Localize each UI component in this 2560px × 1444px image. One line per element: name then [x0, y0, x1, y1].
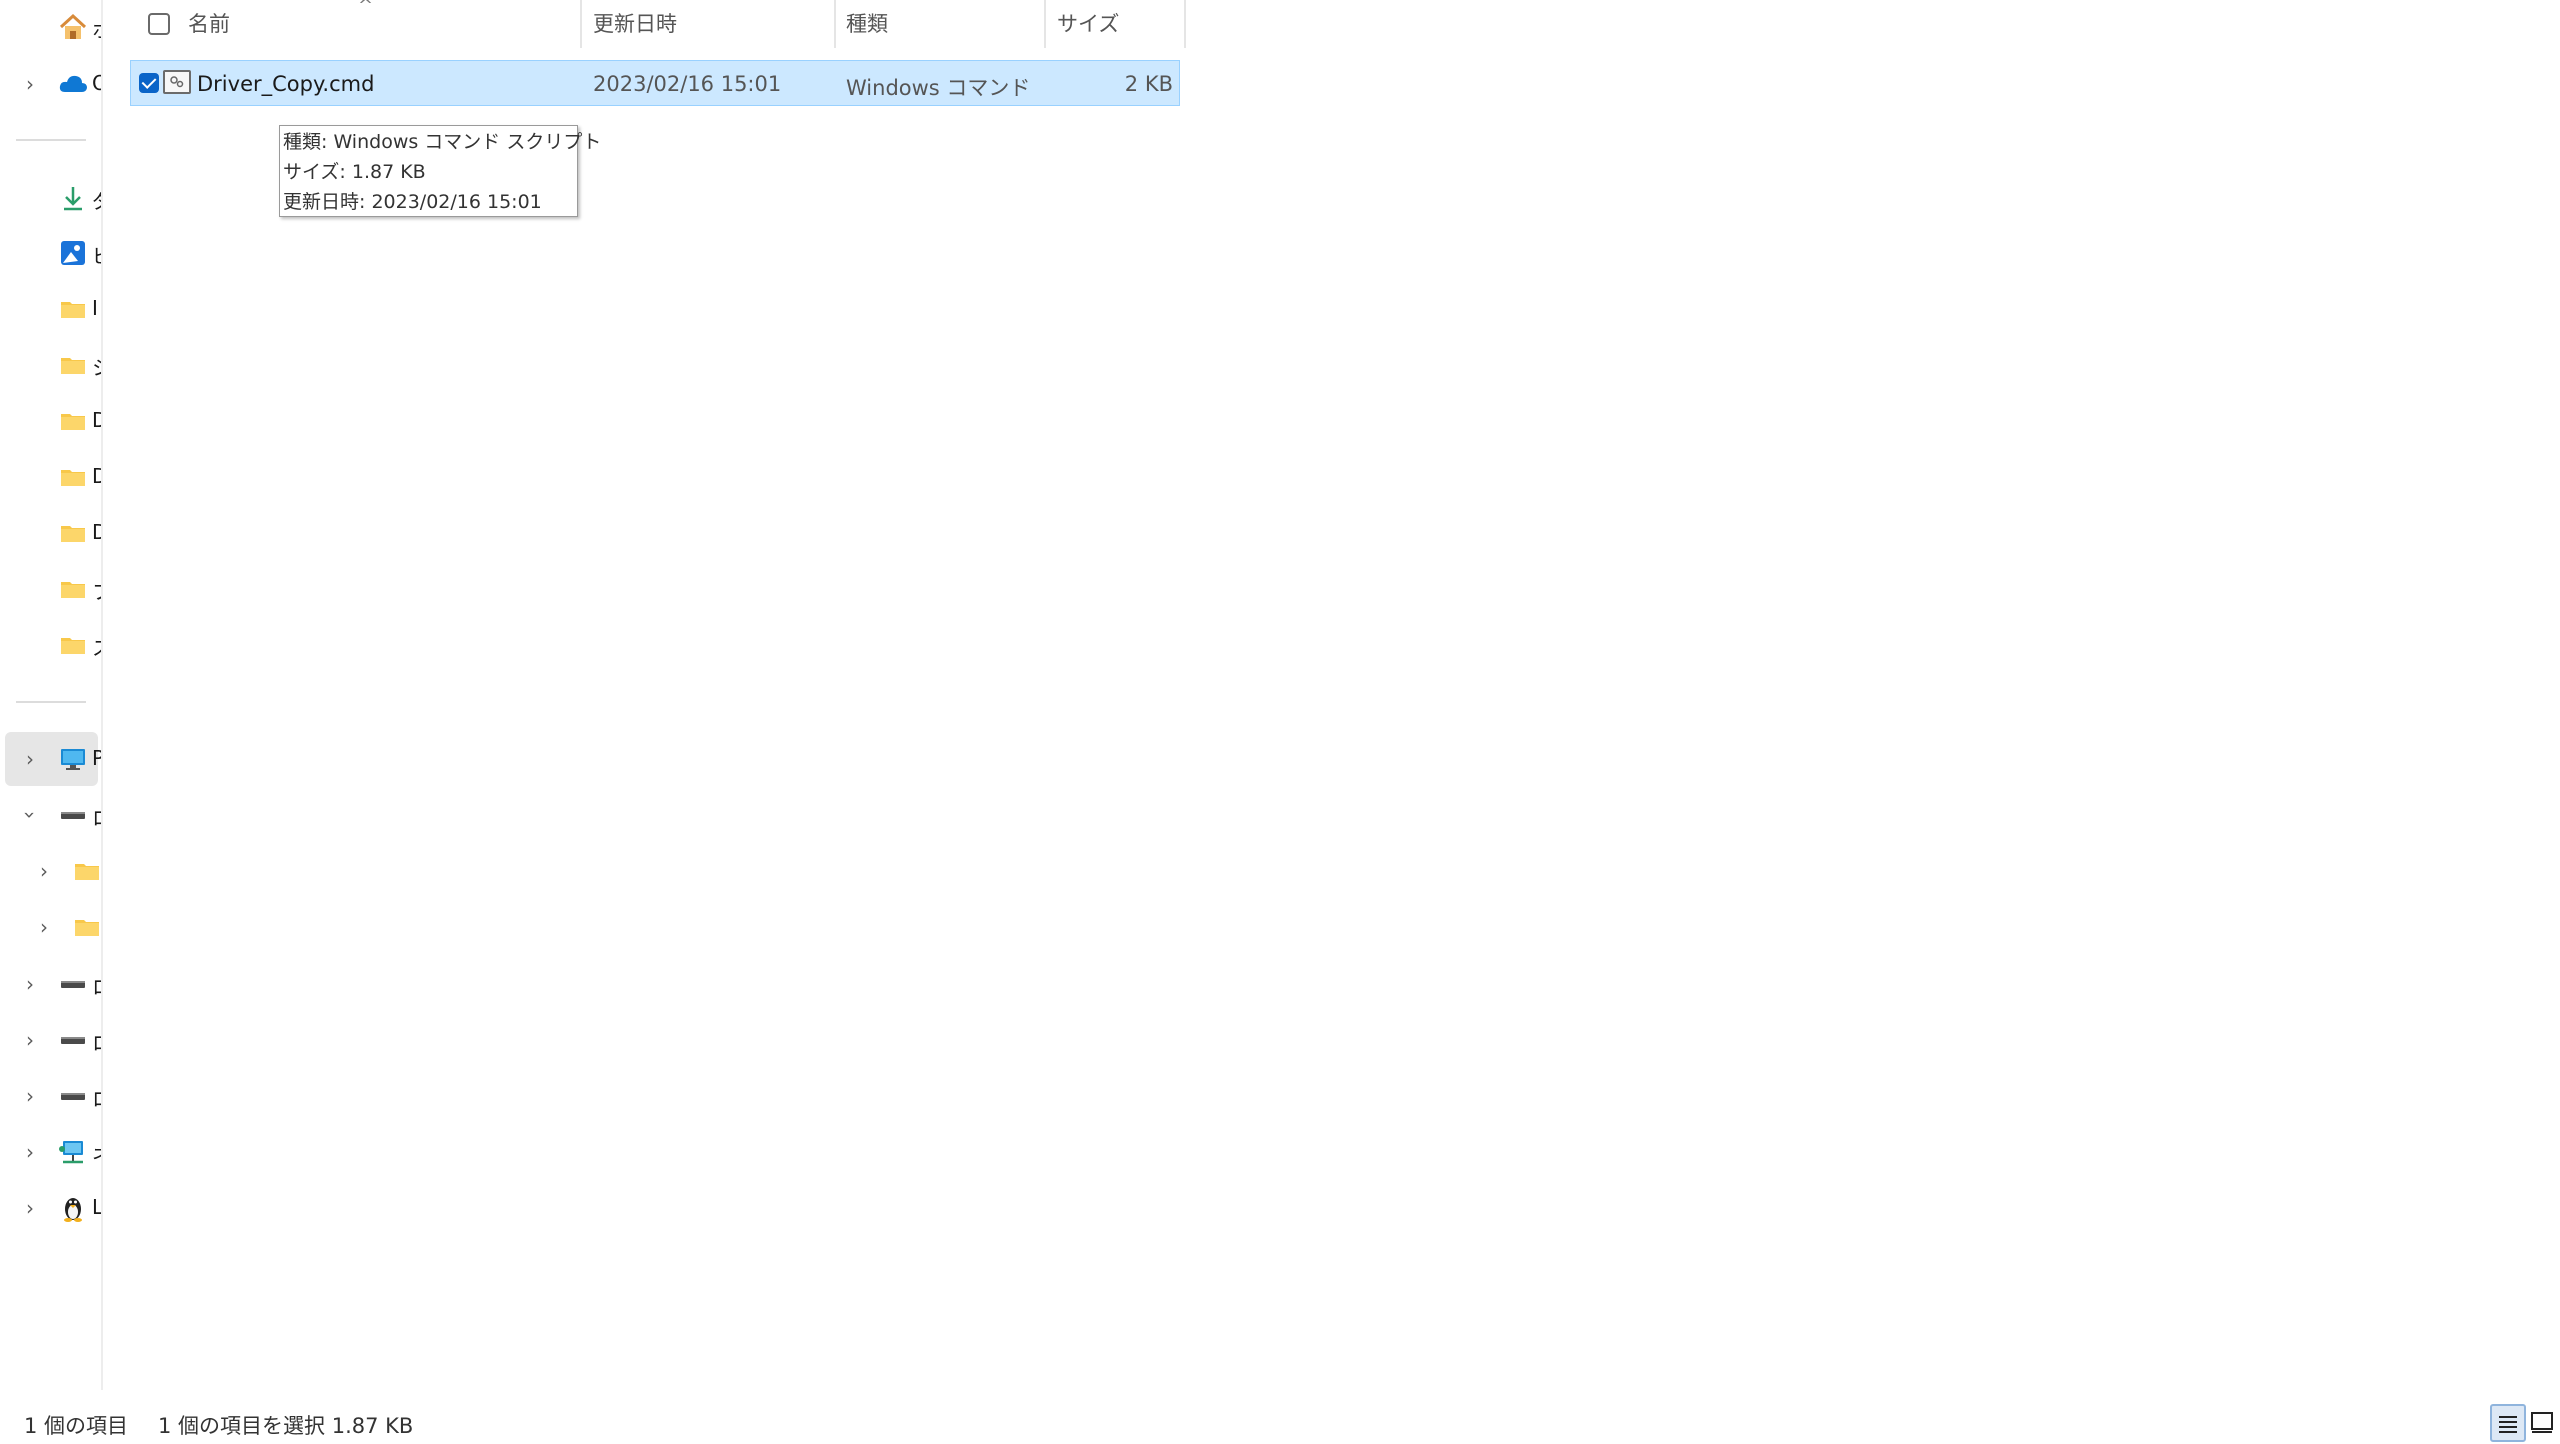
nav-item-subfolder-2[interactable]: › — [0, 900, 101, 954]
drive-icon — [58, 970, 88, 998]
nav-item-drive-3[interactable]: › ロ — [0, 1013, 101, 1067]
nav-label: シ — [92, 352, 101, 381]
chevron-right-icon[interactable]: › — [22, 1030, 38, 1050]
nav-item-network[interactable]: › ネ — [0, 1125, 101, 1179]
details-view-icon — [2499, 1416, 2517, 1433]
nav-label: I — [92, 296, 98, 320]
drive-icon — [58, 1082, 88, 1110]
column-header-type[interactable]: 種類 — [846, 0, 1042, 48]
column-resize-handle[interactable] — [580, 0, 582, 48]
chevron-right-icon[interactable]: › — [22, 1086, 38, 1106]
chevron-right-icon[interactable]: › — [22, 1142, 38, 1162]
chevron-right-icon[interactable]: › — [36, 917, 52, 937]
chevron-right-icon[interactable]: › — [22, 1198, 38, 1218]
nav-label: D — [92, 520, 101, 544]
file-row[interactable]: Driver_Copy.cmd 2023/02/16 15:01 Windows… — [130, 60, 1180, 106]
navigation-pane: ホーム › OneDrive ダウンロード ピクチャ I シ — [0, 0, 103, 1390]
file-type: Windows コマンド ... — [846, 76, 1036, 100]
column-resize-handle[interactable] — [1184, 0, 1186, 48]
folder-icon — [58, 463, 88, 491]
nav-item-onedrive[interactable]: › OneDrive — [0, 57, 101, 111]
network-icon — [58, 1138, 88, 1166]
nav-label: ロ — [92, 1027, 101, 1056]
folder-icon — [58, 631, 88, 659]
nav-label: ホーム — [92, 14, 101, 43]
nav-item-folder-4[interactable]: D — [0, 450, 101, 504]
column-resize-handle[interactable] — [1044, 0, 1046, 48]
details-view-button[interactable] — [2490, 1404, 2526, 1442]
nav-item-drive-2[interactable]: › ロ — [0, 957, 101, 1011]
linux-penguin-icon — [58, 1194, 88, 1222]
folder-icon — [58, 351, 88, 379]
file-name: Driver_Copy.cmd — [197, 72, 375, 96]
drive-icon — [58, 801, 88, 829]
nav-item-pc[interactable]: › PC — [5, 732, 101, 786]
home-icon — [58, 13, 88, 41]
folder-icon — [58, 575, 88, 603]
cloud-icon — [58, 70, 88, 98]
nav-item-subfolder-1[interactable]: › — [0, 844, 101, 898]
folder-icon — [72, 913, 101, 941]
chevron-right-icon[interactable]: › — [22, 974, 38, 994]
nav-item-folder-6[interactable]: フ — [0, 562, 101, 616]
nav-item-folder-5[interactable]: D — [0, 506, 101, 560]
nav-label: ロ — [92, 802, 101, 831]
drive-icon — [58, 1026, 88, 1054]
select-all-checkbox[interactable] — [148, 13, 170, 35]
nav-item-folder-1[interactable]: I — [0, 282, 101, 336]
chevron-right-icon[interactable]: › — [22, 74, 38, 94]
file-size: 2 KB — [1124, 72, 1173, 96]
nav-item-folder-7[interactable]: ス — [0, 618, 101, 672]
column-header-size[interactable]: サイズ — [1057, 0, 1183, 48]
tooltip-size: サイズ: 1.87 KB — [283, 161, 426, 183]
folder-icon — [72, 857, 101, 885]
nav-item-linux[interactable]: › L — [0, 1181, 101, 1235]
status-item-count: 1 個の項目 — [24, 1414, 129, 1438]
chevron-right-icon[interactable]: › — [36, 861, 52, 881]
nav-label: ダウンロード — [92, 185, 101, 214]
chevron-right-icon[interactable]: › — [22, 749, 38, 769]
folder-icon — [58, 295, 88, 323]
tooltip-type: 種類: Windows コマンド スクリプト — [283, 131, 602, 153]
nav-item-folder-3[interactable]: D — [0, 394, 101, 448]
nav-label: ス — [92, 632, 101, 661]
nav-label: ロ — [92, 1083, 101, 1112]
nav-divider — [16, 701, 86, 703]
status-selection: 1 個の項目を選択 1.87 KB — [158, 1414, 414, 1438]
nav-item-downloads[interactable]: ダウンロード — [0, 171, 101, 225]
large-icons-view-button[interactable] — [2526, 1404, 2560, 1442]
file-info-tooltip: 種類: Windows コマンド スクリプト サイズ: 1.87 KB 更新日時… — [279, 125, 602, 217]
nav-label: ピクチャ — [92, 240, 101, 269]
folder-icon — [58, 407, 88, 435]
row-checkbox[interactable] — [139, 73, 159, 93]
nav-item-drive-1[interactable]: › ロ — [0, 788, 101, 842]
picture-icon — [58, 239, 88, 267]
nav-item-home[interactable]: ホーム — [0, 0, 101, 54]
column-header-name[interactable]: 名前 — [188, 0, 578, 48]
nav-item-pictures[interactable]: ピクチャ — [0, 226, 101, 280]
nav-label: D — [92, 464, 101, 488]
nav-label: OneDrive — [92, 71, 101, 95]
nav-item-folder-2[interactable]: シ — [0, 338, 101, 392]
large-icons-view-icon — [2531, 1412, 2553, 1433]
cmd-script-icon — [163, 70, 191, 94]
download-icon — [58, 184, 88, 212]
column-resize-handle[interactable] — [834, 0, 836, 48]
folder-icon — [58, 519, 88, 547]
column-header-modified[interactable]: 更新日時 — [593, 0, 833, 48]
nav-label: フ — [92, 576, 101, 605]
nav-label: L — [92, 1195, 103, 1219]
nav-label: D — [92, 408, 101, 432]
nav-item-drive-4[interactable]: › ロ — [0, 1069, 101, 1123]
monitor-icon — [58, 745, 88, 773]
chevron-down-icon[interactable]: › — [18, 807, 42, 823]
tooltip-modified: 更新日時: 2023/02/16 15:01 — [283, 191, 542, 213]
nav-label: ネ — [92, 1139, 101, 1168]
nav-label: PC — [92, 746, 103, 770]
nav-label: ロ — [92, 971, 101, 1000]
file-modified: 2023/02/16 15:01 — [593, 72, 782, 96]
nav-divider — [16, 139, 86, 141]
